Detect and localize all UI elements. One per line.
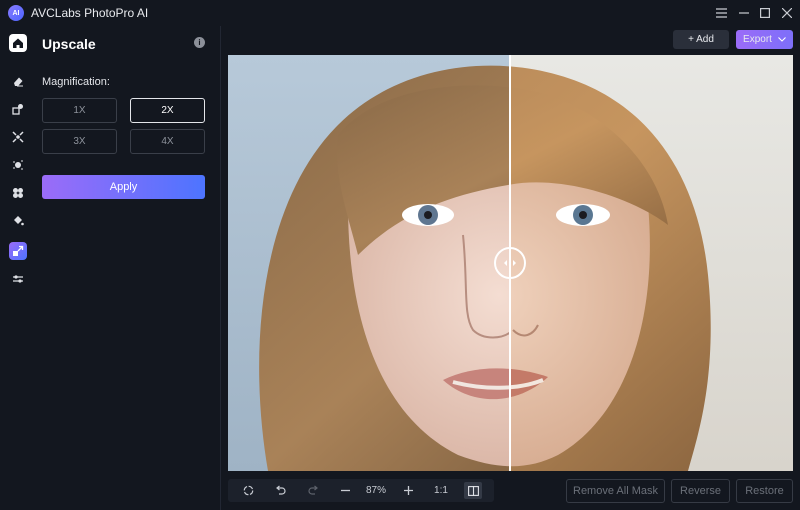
reset-view-icon[interactable] [238,479,258,502]
background-remove-icon[interactable] [9,156,27,174]
upscale-icon[interactable] [9,242,27,260]
menu-icon[interactable] [710,3,732,23]
info-icon[interactable]: i [194,37,205,48]
minimize-icon[interactable] [733,3,755,23]
maximize-icon[interactable] [754,3,776,23]
tool-rail [0,26,34,510]
chevron-down-icon [778,37,786,42]
face-enhance-icon[interactable] [9,128,27,146]
export-label: Export [743,34,772,45]
reverse-button[interactable]: Reverse [671,479,730,503]
fill-icon[interactable] [9,212,27,230]
magnification-4x-button[interactable]: 4X [130,129,205,154]
apply-button[interactable]: Apply [42,175,205,199]
app-title: AVCLabs PhotoPro AI [31,6,149,20]
zoom-level: 87% [365,485,386,496]
restore-button[interactable]: Restore [736,479,793,503]
portrait-comparison-image [228,55,793,471]
close-icon[interactable] [776,3,798,23]
app-logo-icon: AI [8,5,24,21]
actual-size-button[interactable]: 1:1 [430,479,452,502]
magnification-2x-button[interactable]: 2X [130,98,205,123]
panel-title: Upscale [42,36,96,52]
home-icon[interactable] [9,34,27,52]
add-button[interactable]: + Add [673,30,729,49]
magnification-3x-button[interactable]: 3X [42,129,117,154]
zoom-in-icon[interactable] [398,479,418,502]
upscale-panel: Upscale i Magnification: 1X 2X 3X 4X App… [34,26,220,510]
remove-all-mask-button[interactable]: Remove All Mask [566,479,665,503]
compare-view-icon[interactable] [464,482,482,499]
colorize-icon[interactable] [9,184,27,202]
redo-icon[interactable] [303,479,323,502]
object-replace-icon[interactable] [9,100,27,118]
zoom-out-icon[interactable] [335,479,355,502]
export-button[interactable]: Export [736,30,793,49]
panel-divider [220,26,221,510]
title-bar: AI AVCLabs PhotoPro AI [0,0,800,26]
canvas-toolbar: 87% 1:1 [228,479,494,502]
undo-icon[interactable] [270,479,290,502]
adjust-icon[interactable] [9,270,27,288]
eraser-icon[interactable] [9,72,27,90]
image-canvas[interactable] [228,55,793,471]
magnification-label: Magnification: [42,76,110,88]
magnification-1x-button[interactable]: 1X [42,98,117,123]
